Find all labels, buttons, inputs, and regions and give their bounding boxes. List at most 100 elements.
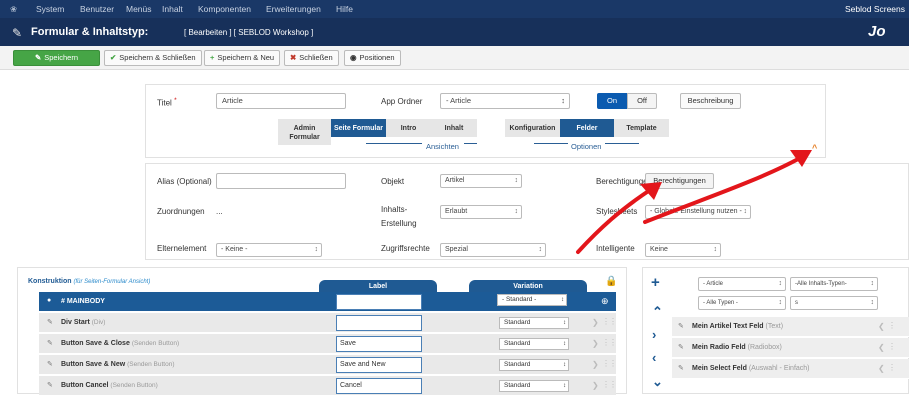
variation-select[interactable]: - Standard - <box>497 294 567 306</box>
object-label: Objekt <box>381 177 405 186</box>
menu-komponenten[interactable]: Komponenten <box>198 4 251 14</box>
move-left-icon[interactable]: ❮ <box>878 322 885 331</box>
parent-select[interactable]: - Keine - <box>216 243 322 257</box>
save-new-button[interactable]: + Speichern & Neu <box>204 50 281 66</box>
filter-extra-select[interactable]: s <box>790 296 878 310</box>
intelligent-select[interactable]: Keine <box>645 243 721 257</box>
list-item[interactable]: ✎ Mein Radio Feld (Radiobox) ❮ ⋮ <box>672 338 909 358</box>
field-name: Mein Artikel Text Feld (Text) <box>692 323 784 330</box>
add-circle-icon[interactable]: ⊕ <box>601 296 609 307</box>
menu-system[interactable]: System <box>36 4 64 14</box>
drag-handle-icon[interactable]: ⋮⋮ <box>602 338 617 347</box>
move-right-icon[interactable]: ❯ <box>592 360 599 369</box>
chevron-left-icon[interactable]: ‹ <box>652 350 656 365</box>
bullet-icon: ● <box>47 297 52 304</box>
move-left-icon[interactable]: ❮ <box>878 364 885 373</box>
save-button[interactable]: ✎ Speichern <box>13 50 100 66</box>
tab-admin-formular[interactable]: Admin Formular <box>278 119 331 145</box>
label-input[interactable]: Save <box>336 336 422 352</box>
edit-icon[interactable]: ✎ <box>47 360 53 368</box>
table-row-mainbody[interactable]: ● # MAINBODY - Standard - ⊕ <box>39 292 616 312</box>
content-creation-select[interactable]: Erlaubt <box>440 205 522 219</box>
variation-select[interactable]: Standard <box>499 380 569 392</box>
site-name-link[interactable]: Seblod Screens <box>845 4 905 14</box>
access-select[interactable]: Spezial <box>440 243 546 257</box>
edit-icon[interactable]: ✎ <box>678 364 684 372</box>
chevron-down-icon[interactable]: ⌄ <box>652 374 663 390</box>
table-row[interactable]: ✎ Div Start (Div) Standard ❯ ⋮⋮ <box>39 313 617 333</box>
tab-felder[interactable]: Felder <box>560 119 614 137</box>
filter-type-select[interactable]: - Alle Typen - <box>698 296 786 310</box>
add-field-icon[interactable]: + <box>651 274 660 291</box>
drag-handle-icon[interactable]: ⋮⋮ <box>602 317 617 326</box>
object-select[interactable]: Artikel <box>440 174 522 188</box>
label-input[interactable] <box>336 315 422 331</box>
save-close-button[interactable]: ✔ Speichern & Schließen <box>104 50 202 66</box>
edit-icon[interactable]: ✎ <box>47 318 53 326</box>
options-group-label: Optionen <box>571 142 602 151</box>
edit-icon[interactable]: ✎ <box>678 322 684 330</box>
permissions-button[interactable]: Berechtigungen <box>645 173 714 189</box>
assignments-value[interactable]: ... <box>216 207 223 216</box>
edit-icon[interactable]: ✎ <box>678 343 684 351</box>
list-item[interactable]: ✎ Mein Artikel Text Feld (Text) ❮ ⋮ <box>672 317 909 337</box>
edit-icon[interactable]: ✎ <box>47 339 53 347</box>
label-input[interactable]: Save and New <box>336 357 422 373</box>
filter-app-select[interactable]: - Article <box>698 277 786 291</box>
toggle-off-button[interactable]: Off <box>627 93 657 109</box>
menu-inhalt[interactable]: Inhalt <box>162 4 183 14</box>
chevron-right-icon[interactable]: › <box>652 327 656 342</box>
menu-benutzer[interactable]: Benutzer <box>80 4 114 14</box>
edit-icon[interactable]: ✎ <box>47 381 53 389</box>
title-input[interactable]: Article <box>216 93 346 109</box>
toggle-on-button[interactable]: On <box>597 93 627 109</box>
move-left-icon[interactable]: ❮ <box>878 343 885 352</box>
alias-input[interactable] <box>216 173 346 189</box>
chevron-up-icon[interactable]: ⌃ <box>652 304 663 320</box>
filter-content-type-select[interactable]: -Alle Inhalts-Typen- <box>790 277 878 291</box>
menu-hilfe[interactable]: Hilfe <box>336 4 353 14</box>
drag-handle-icon[interactable]: ⋮ <box>888 342 896 351</box>
drag-handle-icon[interactable]: ⋮⋮ <box>602 359 617 368</box>
menu-menues[interactable]: Menüs <box>126 4 152 14</box>
collapse-caret-icon[interactable]: ^ <box>812 143 817 153</box>
tab-template[interactable]: Template <box>614 119 669 137</box>
tab-konfiguration[interactable]: Konfiguration <box>505 119 560 137</box>
drag-handle-icon[interactable]: ⋮⋮ <box>602 380 617 389</box>
variation-select[interactable]: Standard <box>499 359 569 371</box>
table-row[interactable]: ✎ Button Cancel (Senden Button) Cancel S… <box>39 376 617 396</box>
drag-handle-icon[interactable]: ⋮ <box>888 321 896 330</box>
move-right-icon[interactable]: ❯ <box>592 381 599 390</box>
label-input[interactable] <box>336 294 422 310</box>
drag-handle-icon[interactable]: ⋮ <box>888 363 896 372</box>
list-item[interactable]: ✎ Mein Select Feld (Auswahl - Einfach) ❮… <box>672 359 909 379</box>
move-right-icon[interactable]: ❯ <box>592 318 599 327</box>
tab-seite-formular[interactable]: Seite Formular <box>331 119 386 137</box>
move-right-icon[interactable]: ❯ <box>592 339 599 348</box>
lock-icon[interactable]: 🔒 <box>605 276 617 287</box>
pencil-icon: ✎ <box>12 26 23 40</box>
variation-select[interactable]: Standard <box>499 317 569 329</box>
action-toolbar: ✎ Speichern ✔ Speichern & Schließen + Speic… <box>0 46 909 70</box>
table-row[interactable]: ✎ Button Save & Close (Senden Button) Sa… <box>39 334 617 354</box>
joomla-logo-icon[interactable]: ❀ <box>10 4 20 14</box>
close-circle-icon: ✖ <box>290 53 297 62</box>
title-label: Titel * <box>157 97 177 108</box>
edit-icon: ✎ <box>34 53 42 62</box>
page-title: Formular & Inhaltstyp: <box>31 26 149 38</box>
label-input[interactable]: Cancel <box>336 378 422 394</box>
stylesheets-select[interactable]: - Globale Einstellung nutzen - <box>645 205 751 219</box>
table-row[interactable]: ✎ Button Save & New (Senden Button) Save… <box>39 355 617 375</box>
row-name: Div Start (Div) <box>61 319 106 326</box>
permissions-label: Berechtigungen <box>596 177 653 186</box>
positions-button[interactable]: ◉ Positionen <box>344 50 401 66</box>
row-name: # MAINBODY <box>61 298 105 305</box>
close-button[interactable]: ✖ Schließen <box>284 50 339 66</box>
app-folder-select[interactable]: - Article ↕ <box>440 93 570 109</box>
tab-intro[interactable]: Intro <box>386 119 431 137</box>
variation-select[interactable]: Standard <box>499 338 569 350</box>
description-button[interactable]: Beschreibung <box>680 93 741 109</box>
menu-erweiterungen[interactable]: Erweiterungen <box>266 4 321 14</box>
tab-inhalt[interactable]: Inhalt <box>431 119 477 137</box>
views-divider <box>366 143 422 144</box>
